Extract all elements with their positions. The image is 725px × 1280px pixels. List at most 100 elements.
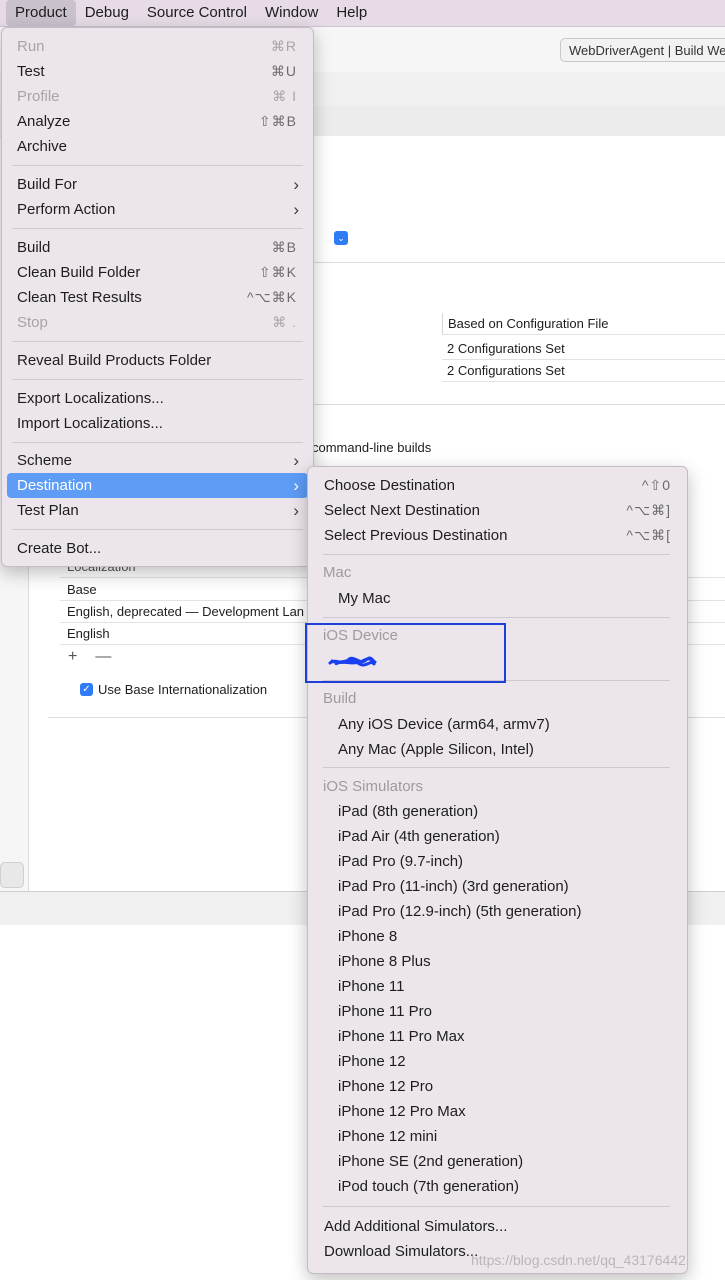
menu-item-label: Build For xyxy=(17,176,78,193)
config-row[interactable]: 2 Configurations Set xyxy=(442,338,725,360)
popup-chevron-icon[interactable]: ⌄ xyxy=(334,231,348,245)
menu-item-simulator[interactable]: iPad Pro (9.7-inch) xyxy=(308,849,687,874)
menu-item-simulator[interactable]: iPod touch (7th generation) xyxy=(308,1174,687,1199)
menu-item-simulator[interactable]: iPad Air (4th generation) xyxy=(308,824,687,849)
add-localization-button[interactable]: + xyxy=(68,648,77,665)
menu-item-label: Choose Destination xyxy=(324,477,455,494)
menu-item-label: iPhone 12 Pro Max xyxy=(338,1103,466,1120)
menu-item-choose-destination[interactable]: Choose Destination ^⇧0 xyxy=(308,473,687,498)
window-title[interactable]: WebDriverAgent | Build We xyxy=(560,38,725,62)
shortcut-label: ⌘R xyxy=(270,38,297,54)
menu-item-label: My Mac xyxy=(338,590,391,607)
sidebar-filter-field[interactable] xyxy=(0,862,24,888)
menu-item-simulator[interactable]: iPhone SE (2nd generation) xyxy=(308,1149,687,1174)
annotation-highlight-box xyxy=(305,623,506,683)
menu-separator xyxy=(323,617,670,618)
menu-item-label: Profile xyxy=(17,88,60,105)
menu-item-simulator[interactable]: iPhone 8 xyxy=(308,924,687,949)
menu-item-label: iPad (8th generation) xyxy=(338,803,479,820)
menu-item-simulator[interactable]: iPhone 8 Plus xyxy=(308,949,687,974)
menu-item-label: iPod touch (7th generation) xyxy=(338,1178,519,1195)
menubar-product[interactable]: Product xyxy=(6,0,76,26)
menu-item-label: iPhone 12 mini xyxy=(338,1128,438,1145)
section-header-mac: Mac xyxy=(323,564,352,581)
menu-item-build-for[interactable]: Build For › xyxy=(2,172,313,197)
menubar-window[interactable]: Window xyxy=(256,0,327,26)
menu-item-any-mac[interactable]: Any Mac (Apple Silicon, Intel) xyxy=(308,737,687,762)
menu-item-create-bot[interactable]: Create Bot... xyxy=(2,536,313,561)
shortcut-label: ^⌥⌘[ xyxy=(626,527,671,543)
menu-item-build[interactable]: Build ⌘B xyxy=(2,235,313,260)
menu-item-analyze[interactable]: Analyze ⇧⌘B xyxy=(2,109,313,134)
menu-item-simulator[interactable]: iPhone 12 mini xyxy=(308,1124,687,1149)
menu-item-run[interactable]: Run ⌘R xyxy=(2,34,313,59)
menu-item-simulator[interactable]: iPhone 11 xyxy=(308,974,687,999)
menu-item-simulator[interactable]: iPad Pro (12.9-inch) (5th generation) xyxy=(308,899,687,924)
menu-item-clean-build-folder[interactable]: Clean Build Folder ⇧⌘K xyxy=(2,260,313,285)
use-base-internationalization[interactable]: ✓ Use Base Internationalization xyxy=(80,682,267,697)
menu-item-simulator[interactable]: iPhone 12 xyxy=(308,1049,687,1074)
menu-item-label: Scheme xyxy=(17,452,73,469)
menu-item-export-localizations[interactable]: Export Localizations... xyxy=(2,386,313,411)
chevron-right-icon: › xyxy=(293,501,299,520)
menu-item-label: Add Additional Simulators... xyxy=(324,1218,508,1235)
menu-item-simulator[interactable]: iPad Pro (11-inch) (3rd generation) xyxy=(308,874,687,899)
menu-item-archive[interactable]: Archive xyxy=(2,134,313,159)
menu-item-label: Stop xyxy=(17,314,48,331)
menu-item-perform-action[interactable]: Perform Action › xyxy=(2,197,313,222)
shortcut-label: ^⇧0 xyxy=(641,477,671,493)
shortcut-label: ⇧⌘B xyxy=(258,113,297,129)
menu-item-label: Select Previous Destination xyxy=(324,527,508,544)
menu-item-simulator[interactable]: iPhone 12 Pro Max xyxy=(308,1099,687,1124)
menu-separator xyxy=(12,341,303,342)
menu-item-profile[interactable]: Profile ⌘ I xyxy=(2,84,313,109)
menu-item-label: Create Bot... xyxy=(17,540,102,557)
checkmark-icon[interactable]: ✓ xyxy=(80,683,93,696)
menu-item-label: iPad Pro (12.9-inch) (5th generation) xyxy=(338,903,582,920)
menu-item-test-plan[interactable]: Test Plan › xyxy=(2,498,313,523)
chevron-right-icon: › xyxy=(293,200,299,219)
menubar-source-control[interactable]: Source Control xyxy=(138,0,256,26)
shortcut-label: ⌘B xyxy=(271,239,297,255)
menu-item-label: Import Localizations... xyxy=(17,415,163,432)
menu-item-simulator[interactable]: iPhone 11 Pro Max xyxy=(308,1024,687,1049)
chevron-right-icon: › xyxy=(293,476,299,495)
menu-item-label: Any Mac (Apple Silicon, Intel) xyxy=(338,741,534,758)
menu-item-label: iPad Pro (9.7-inch) xyxy=(338,853,464,870)
menu-item-simulator[interactable]: iPhone 11 Pro xyxy=(308,999,687,1024)
remove-localization-button[interactable]: — xyxy=(95,648,111,665)
menu-item-clean-test-results[interactable]: Clean Test Results ^⌥⌘K xyxy=(2,285,313,310)
config-row[interactable]: 2 Configurations Set xyxy=(442,360,725,382)
menu-item-label: iPhone 11 Pro Max xyxy=(338,1028,465,1045)
menu-item-destination[interactable]: Destination › xyxy=(7,473,308,498)
redaction-scribble xyxy=(328,656,377,667)
menu-item-select-previous-destination[interactable]: Select Previous Destination ^⌥⌘[ xyxy=(308,523,687,548)
menu-item-label: Download Simulators... xyxy=(324,1243,479,1260)
menu-item-stop[interactable]: Stop ⌘ . xyxy=(2,310,313,335)
divider xyxy=(312,262,725,263)
menu-item-label: Any iOS Device (arm64, armv7) xyxy=(338,716,550,733)
menu-item-label: Perform Action xyxy=(17,201,116,218)
shortcut-label: ^⌥⌘] xyxy=(626,502,671,518)
menu-item-scheme[interactable]: Scheme › xyxy=(2,448,313,473)
menu-item-select-next-destination[interactable]: Select Next Destination ^⌥⌘] xyxy=(308,498,687,523)
shortcut-label: ^⌥⌘K xyxy=(246,289,297,305)
menu-item-test[interactable]: Test ⌘U xyxy=(2,59,313,84)
menubar-debug[interactable]: Debug xyxy=(76,0,138,26)
chevron-right-icon: › xyxy=(293,451,299,470)
menu-item-my-mac[interactable]: My Mac xyxy=(308,586,687,611)
shortcut-label: ⌘ . xyxy=(272,314,297,330)
menu-item-label: Build xyxy=(17,239,51,256)
menu-separator xyxy=(12,529,303,530)
menu-item-label: iPhone SE (2nd generation) xyxy=(338,1153,524,1170)
menubar-help[interactable]: Help xyxy=(327,0,376,26)
menu-item-simulator[interactable]: iPhone 12 Pro xyxy=(308,1074,687,1099)
menu-item-label: Export Localizations... xyxy=(17,390,164,407)
destination-submenu: Choose Destination ^⇧0 Select Next Desti… xyxy=(307,466,688,1274)
menu-item-simulator[interactable]: iPad (8th generation) xyxy=(308,799,687,824)
menu-item-any-ios-device[interactable]: Any iOS Device (arm64, armv7) xyxy=(308,712,687,737)
menu-item-import-localizations[interactable]: Import Localizations... xyxy=(2,411,313,436)
menu-item-add-additional-simulators[interactable]: Add Additional Simulators... xyxy=(308,1214,687,1239)
menu-item-reveal-build-products[interactable]: Reveal Build Products Folder xyxy=(2,348,313,373)
menu-separator xyxy=(12,165,303,166)
